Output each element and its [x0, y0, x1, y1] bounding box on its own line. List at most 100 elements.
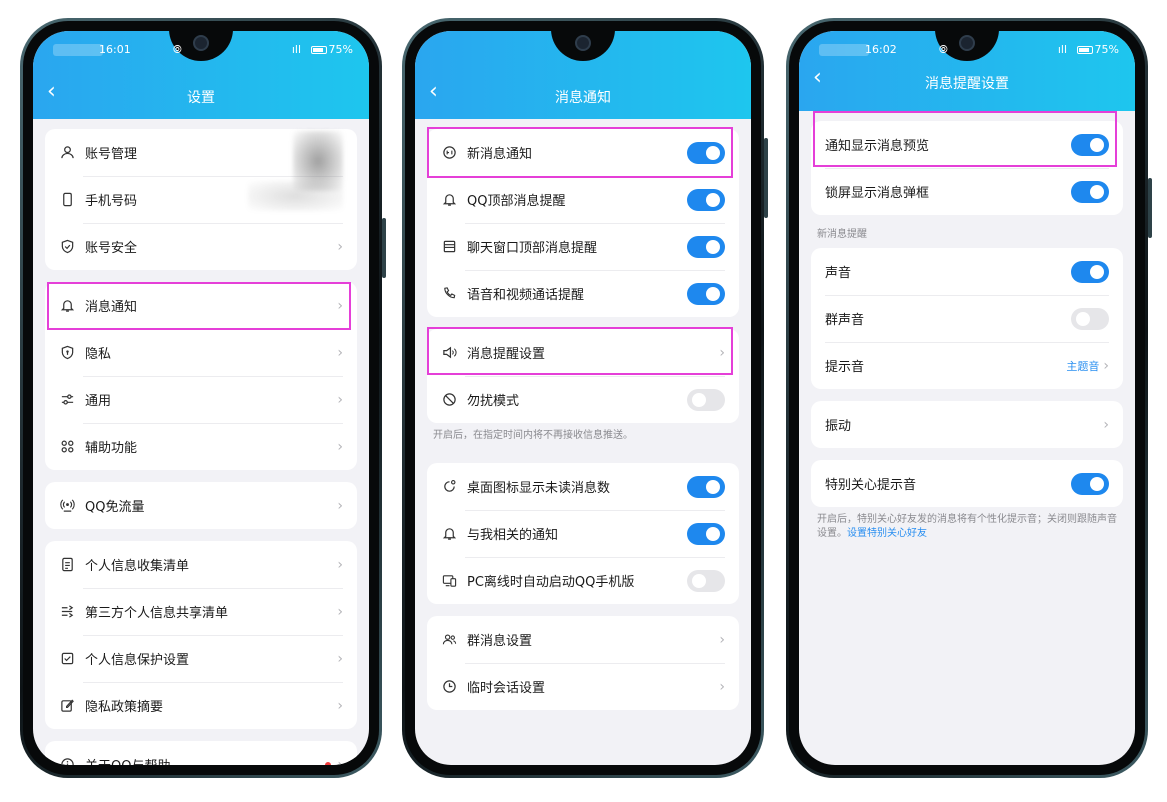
row-desktop-badge[interactable]: 桌面图标显示未读消息数 [427, 463, 739, 510]
row-privacy[interactable]: 隐私 › [45, 329, 357, 376]
chevron-right-icon: › [1103, 357, 1109, 374]
row-alert-tone[interactable]: 提示音 主题音 › [811, 342, 1123, 389]
toggle-switch[interactable] [687, 188, 725, 211]
row-label: 振动 [825, 419, 852, 434]
chevron-right-icon: › [337, 650, 343, 667]
bell-icon [441, 192, 457, 208]
edit-icon [59, 698, 75, 714]
row-pc-offline-start[interactable]: PC离线时自动启动QQ手机版 [427, 557, 739, 604]
toggle-switch[interactable] [687, 388, 725, 411]
row-info-collection[interactable]: 个人信息收集清单 › [45, 541, 357, 588]
phone-notifications: ‹ 消息通知 新消息通知 QQ顶部消息提醒 聊天窗口顶部消息提醒 语音和视频通话… [402, 18, 768, 778]
row-privacy-summary[interactable]: 隐私政策摘要 › [45, 682, 357, 729]
row-qq-top-reminder[interactable]: QQ顶部消息提醒 [427, 176, 739, 223]
page-title: 设置 [187, 90, 215, 106]
row-label: 群消息设置 [467, 634, 533, 649]
badge-group: 桌面图标显示未读消息数 与我相关的通知 PC离线时自动启动QQ手机版 [427, 463, 739, 604]
row-do-not-disturb[interactable]: 勿扰模式 [427, 376, 739, 423]
chevron-right-icon: › [337, 497, 343, 514]
toggle-switch[interactable] [687, 522, 725, 545]
personal-info-group: 个人信息收集清单 › 第三方个人信息共享清单 › 个人信息保护设置 › 隐私政策… [45, 541, 357, 729]
status-bar: 16:01 ⦾ ıll 75% [33, 41, 369, 61]
status-time: 16:01 [99, 43, 131, 56]
camera-notch [551, 31, 615, 61]
row-related-notify[interactable]: 与我相关的通知 [427, 510, 739, 557]
toggle-switch[interactable] [1071, 133, 1109, 156]
block-icon [441, 392, 457, 408]
toggle-switch[interactable] [1071, 260, 1109, 283]
row-label: 临时会话设置 [467, 681, 546, 696]
chevron-right-icon: › [719, 678, 725, 695]
toggle-switch[interactable] [687, 141, 725, 164]
chevron-right-icon: › [337, 697, 343, 714]
row-special-care-tone[interactable]: 特别关心提示音 [811, 460, 1123, 507]
toggle-switch[interactable] [687, 235, 725, 258]
chevron-right-icon: › [337, 391, 343, 408]
row-group-sound[interactable]: 群声音 [811, 295, 1123, 342]
row-label: 账号安全 [85, 241, 138, 256]
row-third-party-share[interactable]: 第三方个人信息共享清单 › [45, 588, 357, 635]
row-notifications[interactable]: 消息通知 › [45, 282, 357, 329]
preview-group: 通知显示消息预览 锁屏显示消息弹框 [811, 121, 1123, 215]
shield-lock-icon [59, 345, 75, 361]
row-label: 语音和视频通话提醒 [467, 288, 585, 303]
unread-dot [325, 761, 332, 765]
toggle-switch[interactable] [687, 475, 725, 498]
row-show-preview[interactable]: 通知显示消息预览 [811, 121, 1123, 168]
row-label: QQ顶部消息提醒 [467, 194, 566, 209]
row-new-message-notify[interactable]: 新消息通知 [427, 129, 739, 176]
nfc-icon: ⦾ [173, 43, 182, 56]
row-sound[interactable]: 声音 [811, 248, 1123, 295]
row-about-qq[interactable]: 关于QQ与帮助 › [45, 741, 357, 765]
row-general[interactable]: 通用 › [45, 376, 357, 423]
row-account-security[interactable]: 账号安全 › [45, 223, 357, 270]
message-bubble-icon [441, 145, 457, 161]
row-call-reminder[interactable]: 语音和视频通话提醒 [427, 270, 739, 317]
speaker-icon [441, 345, 457, 361]
row-lockscreen-popup[interactable]: 锁屏显示消息弹框 [811, 168, 1123, 215]
row-label: 与我相关的通知 [467, 528, 559, 543]
document-icon [59, 557, 75, 573]
page-title: 消息提醒设置 [925, 76, 1009, 92]
devices-icon [441, 573, 457, 589]
row-label: 辅助功能 [85, 441, 138, 456]
row-temp-chat-settings[interactable]: 临时会话设置 › [427, 663, 739, 710]
badge-icon [441, 479, 457, 495]
signal-icon: ıll [291, 43, 301, 56]
row-chat-top-reminder[interactable]: 聊天窗口顶部消息提醒 [427, 223, 739, 270]
row-label: 勿扰模式 [467, 394, 520, 409]
row-accessibility[interactable]: 辅助功能 › [45, 423, 357, 470]
window-icon [441, 239, 457, 255]
toggle-switch[interactable] [687, 282, 725, 305]
chevron-right-icon: › [337, 238, 343, 255]
toggle-switch[interactable] [1071, 307, 1109, 330]
clock-icon [441, 679, 457, 695]
toggle-switch[interactable] [1071, 472, 1109, 495]
dnd-note: 开启后，在指定时间内将不再接收信息推送。 [433, 430, 633, 441]
row-vibrate[interactable]: 振动 › [811, 401, 1123, 448]
info-icon [59, 757, 75, 765]
row-reminder-settings[interactable]: 消息提醒设置 › [427, 329, 739, 376]
row-label: 聊天窗口顶部消息提醒 [467, 241, 598, 256]
header: 16:02 ⦾ ıll 75% ‹ 消息提醒设置 [799, 31, 1135, 111]
toggle-switch[interactable] [687, 569, 725, 592]
set-special-friends-link[interactable]: 设置特别关心好友 [847, 528, 927, 539]
phone-icon [59, 192, 75, 208]
row-label: 个人信息保护设置 [85, 653, 190, 668]
general-group: 消息通知 › 隐私 › 通用 › 辅助功能 › [45, 282, 357, 470]
chevron-right-icon: › [719, 631, 725, 648]
row-group-message-settings[interactable]: 群消息设置 › [427, 616, 739, 663]
phone-call-icon [441, 286, 457, 302]
header: ‹ 消息通知 [415, 31, 751, 119]
alert-tone-value: 主题音 [1066, 359, 1100, 373]
row-qq-data-free[interactable]: QQ免流量 › [45, 482, 357, 529]
row-info-protection[interactable]: 个人信息保护设置 › [45, 635, 357, 682]
status-bar: 16:02 ⦾ ıll 75% [799, 41, 1135, 61]
row-label: 关于QQ与帮助 [85, 755, 325, 765]
special-care-group: 特别关心提示音 [811, 460, 1123, 507]
row-label: 新消息通知 [467, 147, 533, 162]
screen: 16:01 ⦾ ıll 75% ‹ 设置 账号管理 手机号码 账号安全 › 消息… [33, 31, 369, 765]
toggle-switch[interactable] [1071, 180, 1109, 203]
person-icon [59, 145, 75, 161]
chevron-right-icon: › [337, 603, 343, 620]
